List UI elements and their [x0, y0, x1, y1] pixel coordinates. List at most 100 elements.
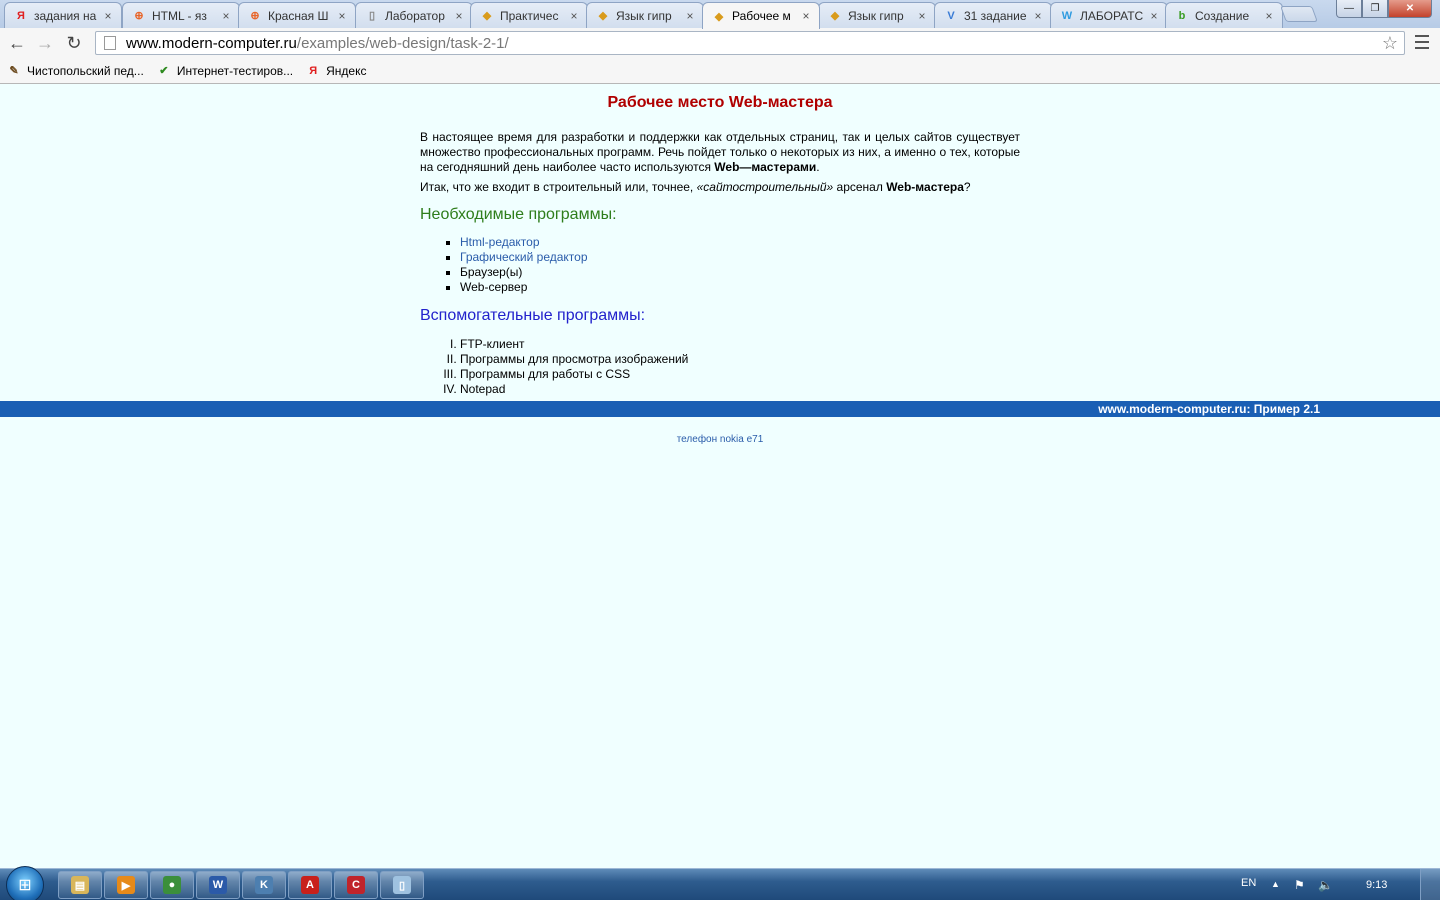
notepad-icon: ▯ — [393, 876, 411, 894]
page-content: Рабочее место Web-мастера В настоящее вр… — [420, 85, 1020, 397]
tab-close-icon[interactable]: × — [683, 9, 697, 23]
green-check-icon: ✔ — [159, 65, 169, 77]
tab-title: Лаборатор — [385, 8, 445, 23]
new-tab-button[interactable] — [1280, 6, 1318, 22]
show-hidden-icons-icon[interactable]: ▲ — [1271, 879, 1280, 889]
program-label: Web-сервер — [460, 280, 528, 294]
tab-close-icon[interactable]: × — [1147, 9, 1161, 23]
tab-title: Язык гипр — [848, 8, 904, 23]
browser-tab[interactable]: ⊕ Красная Ш × — [238, 2, 356, 28]
auxiliary-programs-list: FTP-клиентПрограммы для просмотра изобра… — [460, 337, 1020, 397]
taskbar: ⊞ ▤ ▶ ● W K A C ▯ EN ▲ ⚑ 🔈 9:13 — [0, 866, 1440, 900]
tab-close-icon[interactable]: × — [915, 9, 929, 23]
browser-tab[interactable]: ◆ Рабочее м × — [702, 2, 820, 29]
clock[interactable]: 9:13 — [1366, 879, 1387, 891]
browser-tab[interactable]: V 31 задание × — [934, 2, 1052, 28]
lifebuoy-icon: ⊕ — [134, 10, 144, 22]
maximize-button[interactable]: ❐ — [1362, 0, 1388, 18]
blank-page-icon: ▯ — [368, 10, 376, 22]
browser-tab[interactable]: ▯ Лаборатор × — [355, 2, 473, 28]
action-center-flag-icon[interactable]: ⚑ — [1294, 878, 1305, 892]
program-link[interactable]: Html-редактор — [460, 235, 540, 249]
tab-close-icon[interactable]: × — [1262, 9, 1276, 23]
browser-tab[interactable]: b Создание × — [1165, 2, 1283, 28]
bookmark-label: Яндекс — [326, 63, 367, 78]
intro-paragraph: В настоящее время для разработки и подде… — [420, 130, 1020, 174]
reload-button[interactable]: ↻ — [61, 30, 87, 56]
footer-link[interactable]: телефон nokia e71 — [0, 434, 1440, 445]
tab-close-icon[interactable]: × — [452, 9, 466, 23]
required-programs-list: Html-редакторГрафический редакторБраузер… — [460, 235, 1020, 295]
url-path: /examples/web-design/task-2-1/ — [296, 34, 509, 52]
browser-tab[interactable]: ◆ Практичес × — [470, 2, 588, 28]
taskbar-app-button[interactable]: C — [334, 871, 378, 899]
browser-tab[interactable]: W ЛАБОРАТС × — [1050, 2, 1168, 28]
address-bar[interactable]: www.modern-computer.ru/examples/web-desi… — [95, 31, 1405, 55]
bookmark-label: Интернет-тестиров... — [176, 63, 294, 78]
required-programs-heading: Необходимые программы: — [420, 206, 617, 223]
bookmark-item[interactable]: Я Яндекс — [305, 63, 366, 79]
tab-close-icon[interactable]: × — [799, 9, 813, 23]
w-logo-icon: W — [1061, 9, 1073, 22]
tab-title: задания на — [34, 8, 97, 23]
b-logo-icon: b — [1178, 9, 1186, 22]
footer-bar-text: www.modern-computer.ru: Пример 2.1 — [1098, 402, 1320, 416]
window-controls: — ❐ ✕ — [1336, 0, 1432, 18]
tab-title: 31 задание — [964, 8, 1027, 23]
show-desktop-button[interactable] — [1420, 869, 1440, 900]
brush-icon: ✎ — [9, 65, 19, 77]
taskbar-app-button[interactable]: K — [242, 871, 286, 899]
browser-menu-button[interactable] — [1415, 35, 1429, 49]
acrobat-icon: A — [301, 876, 319, 894]
bookmark-label: Чистопольский пед... — [27, 63, 144, 78]
browser-tab[interactable]: ◆ Язык гипр × — [818, 2, 936, 28]
language-indicator[interactable]: EN — [1241, 877, 1256, 889]
tab-title: ЛАБОРАТС — [1080, 8, 1144, 23]
tab-title: Рабочее м — [732, 9, 791, 23]
yandex-icon: Я — [309, 64, 318, 77]
browser-tab[interactable]: Язадания на × — [4, 2, 122, 28]
word-icon: W — [209, 876, 227, 894]
question-paragraph: Итак, что же входит в строительный или, … — [420, 180, 971, 194]
start-button[interactable]: ⊞ — [6, 866, 44, 900]
tab-close-icon[interactable]: × — [101, 9, 115, 23]
auxiliary-programs-heading: Вспомогательные программы: — [420, 307, 646, 324]
taskbar-app-button[interactable]: ▶ — [104, 871, 148, 899]
tab-strip: Язадания на × ⊕ HTML - яз × ⊕ Красная Ш × ▯ Лабор… — [0, 0, 1440, 29]
taskbar-app-button[interactable]: A — [288, 871, 332, 899]
page-title: Рабочее место Web-мастера — [607, 94, 833, 111]
url-host: www.modern-computer.ru — [126, 34, 297, 52]
close-window-button[interactable]: ✕ — [1388, 0, 1432, 18]
bookmark-star-icon[interactable]: ☆ — [1382, 33, 1398, 54]
program-link[interactable]: Графический редактор — [460, 250, 588, 264]
taskbar-app-button[interactable]: ▯ — [380, 871, 424, 899]
browser-tab[interactable]: ⊕ HTML - яз × — [122, 2, 240, 28]
back-button[interactable]: ← — [4, 30, 30, 56]
page-icon — [104, 36, 116, 50]
kaspersky-icon: K — [255, 876, 273, 894]
forward-button[interactable]: → — [32, 30, 58, 56]
bookmark-item[interactable]: ✔ Интернет-тестиров... — [156, 63, 293, 79]
taskbar-app-button[interactable]: ▤ — [58, 871, 102, 899]
volume-icon[interactable]: 🔈 — [1318, 878, 1333, 892]
auxiliary-program-item: FTP-клиент — [460, 337, 1020, 352]
minimize-button[interactable]: — — [1336, 0, 1362, 18]
bookmark-item[interactable]: ✎ Чистопольский пед... — [6, 63, 144, 79]
windows-logo-icon: ◆ — [482, 10, 492, 22]
tab-title: Красная Ш — [268, 8, 329, 23]
taskbar-app-button[interactable]: ● — [150, 871, 194, 899]
tab-close-icon[interactable]: × — [335, 9, 349, 23]
tab-close-icon[interactable]: × — [567, 9, 581, 23]
taskbar-app-button[interactable]: W — [196, 871, 240, 899]
tab-close-icon[interactable]: × — [1031, 9, 1045, 23]
auxiliary-program-item: Программы для просмотра изображений — [460, 352, 1020, 367]
media-player-icon: ▶ — [117, 876, 135, 894]
required-program-item[interactable]: Графический редактор — [460, 250, 1020, 265]
red-app-icon: C — [347, 876, 365, 894]
required-program-item[interactable]: Html-редактор — [460, 235, 1020, 250]
yandex-icon: Я — [17, 9, 25, 22]
browser-tab[interactable]: ◆ Язык гипр × — [586, 2, 704, 28]
auxiliary-program-item: Notepad — [460, 382, 1020, 397]
tab-close-icon[interactable]: × — [219, 9, 233, 23]
explorer-icon: ▤ — [71, 876, 89, 894]
